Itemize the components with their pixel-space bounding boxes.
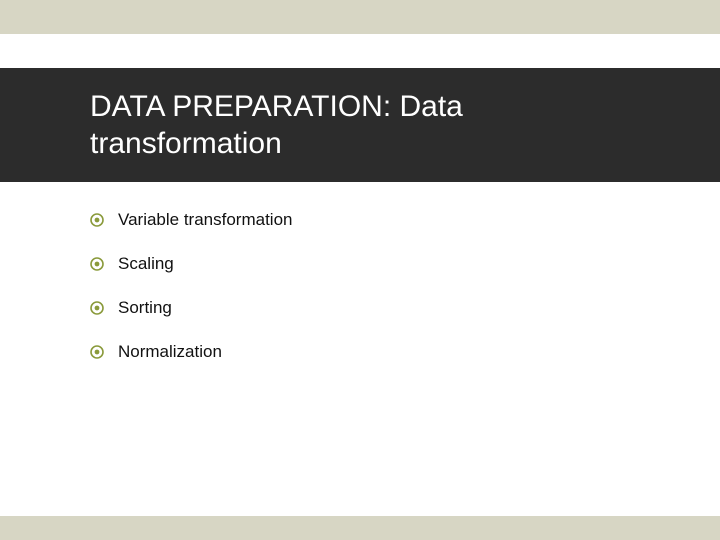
target-bullet-icon <box>90 301 104 315</box>
list-item-label: Normalization <box>118 342 222 362</box>
bullet-list: Variable transformation Scaling Sorting … <box>90 210 680 386</box>
list-item-label: Sorting <box>118 298 172 318</box>
list-item: Scaling <box>90 254 680 274</box>
slide-title: DATA PREPARATION: Data transformation <box>0 88 560 163</box>
list-item: Variable transformation <box>90 210 680 230</box>
list-item: Normalization <box>90 342 680 362</box>
target-bullet-icon <box>90 345 104 359</box>
top-accent-bar <box>0 0 720 34</box>
bottom-accent-bar <box>0 516 720 540</box>
list-item-label: Scaling <box>118 254 174 274</box>
list-item-label: Variable transformation <box>118 210 293 230</box>
target-bullet-icon <box>90 257 104 271</box>
list-item: Sorting <box>90 298 680 318</box>
target-bullet-icon <box>90 213 104 227</box>
title-band: DATA PREPARATION: Data transformation <box>0 68 720 182</box>
